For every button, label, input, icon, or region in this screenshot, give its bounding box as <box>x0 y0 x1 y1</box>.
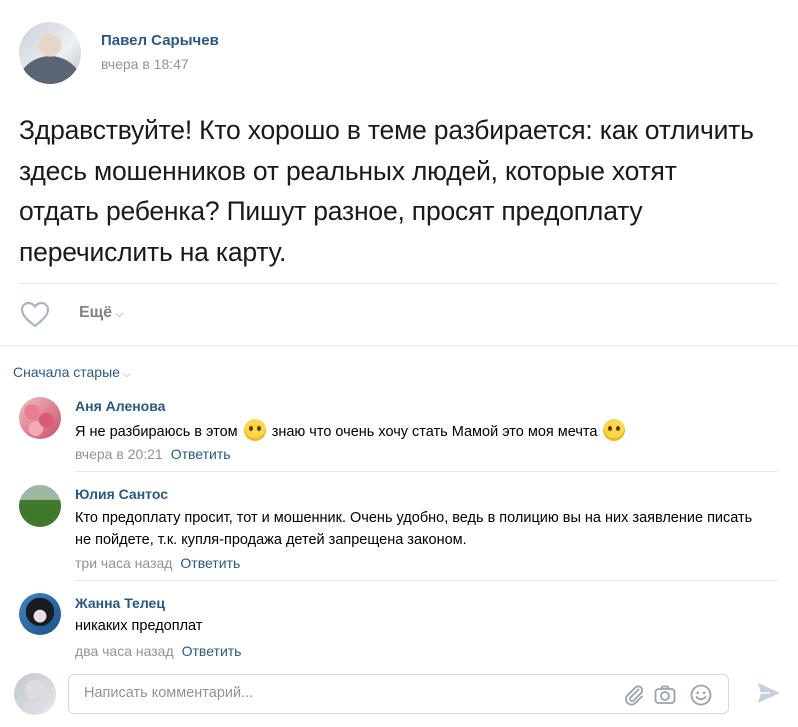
reply-button[interactable]: Ответить <box>171 446 231 462</box>
author-avatar[interactable] <box>19 22 81 84</box>
comment-text: Кто предоплату просит, тот и мошенник. О… <box>75 510 753 548</box>
post-text: Здравствуйте! Кто хорошо в теме разбирае… <box>19 115 754 267</box>
divider <box>75 471 778 472</box>
comment-timestamp[interactable]: вчера в 20:21 <box>75 446 163 462</box>
reply-button[interactable]: Ответить <box>182 643 242 659</box>
comment-meta: два часа назад Ответить <box>75 643 241 659</box>
current-user-avatar <box>14 673 56 715</box>
send-icon[interactable] <box>756 681 782 705</box>
sort-label: Сначала старые <box>13 364 120 380</box>
commenter-avatar[interactable] <box>19 593 61 635</box>
flushed-emoji-icon <box>243 419 266 441</box>
comment-text: никаких предоплат <box>75 618 203 634</box>
heart-icon[interactable] <box>20 301 50 328</box>
chevron-down-icon: ⌵ <box>115 308 124 320</box>
more-button[interactable]: Ещё ⌵ <box>79 304 123 322</box>
divider <box>0 345 798 346</box>
commenter-avatar[interactable] <box>19 397 61 439</box>
comment-author[interactable]: Жанна Телец <box>75 595 165 611</box>
post-timestamp[interactable]: вчера в 18:47 <box>101 56 189 72</box>
divider <box>75 580 778 581</box>
comment-timestamp[interactable]: три часа назад <box>75 555 172 571</box>
camera-icon[interactable] <box>653 683 677 707</box>
comment-author[interactable]: Юлия Сантос <box>75 486 168 502</box>
comment-input[interactable]: Написать комментарий... <box>84 685 253 701</box>
paperclip-icon[interactable] <box>622 683 646 707</box>
commenter-avatar[interactable] <box>19 485 61 527</box>
hugging-emoji-icon <box>603 419 626 441</box>
comment-timestamp[interactable]: два часа назад <box>75 643 174 659</box>
comments-sort-toggle[interactable]: Сначала старые ⌵ <box>13 364 131 380</box>
more-label: Ещё <box>79 304 113 321</box>
comment-text-part: Я не разбираюсь в этом <box>75 424 238 440</box>
comment-text-part: знаю что очень хочу стать Мамой это моя … <box>271 424 598 440</box>
smile-icon[interactable] <box>689 683 713 707</box>
comment-text: Я не разбираюсь в этом знаю что очень хо… <box>75 419 755 443</box>
comment-meta: вчера в 20:21 Ответить <box>75 446 231 462</box>
comment-composer[interactable]: Написать комментарий... <box>68 674 729 714</box>
divider <box>19 283 778 284</box>
comment-author[interactable]: Аня Аленова <box>75 398 165 414</box>
chevron-down-icon: ⌵ <box>122 369 131 380</box>
comment-meta: три часа назад Ответить <box>75 555 240 571</box>
post-author-name[interactable]: Павел Сарычев <box>101 32 219 49</box>
reply-button[interactable]: Ответить <box>180 555 240 571</box>
